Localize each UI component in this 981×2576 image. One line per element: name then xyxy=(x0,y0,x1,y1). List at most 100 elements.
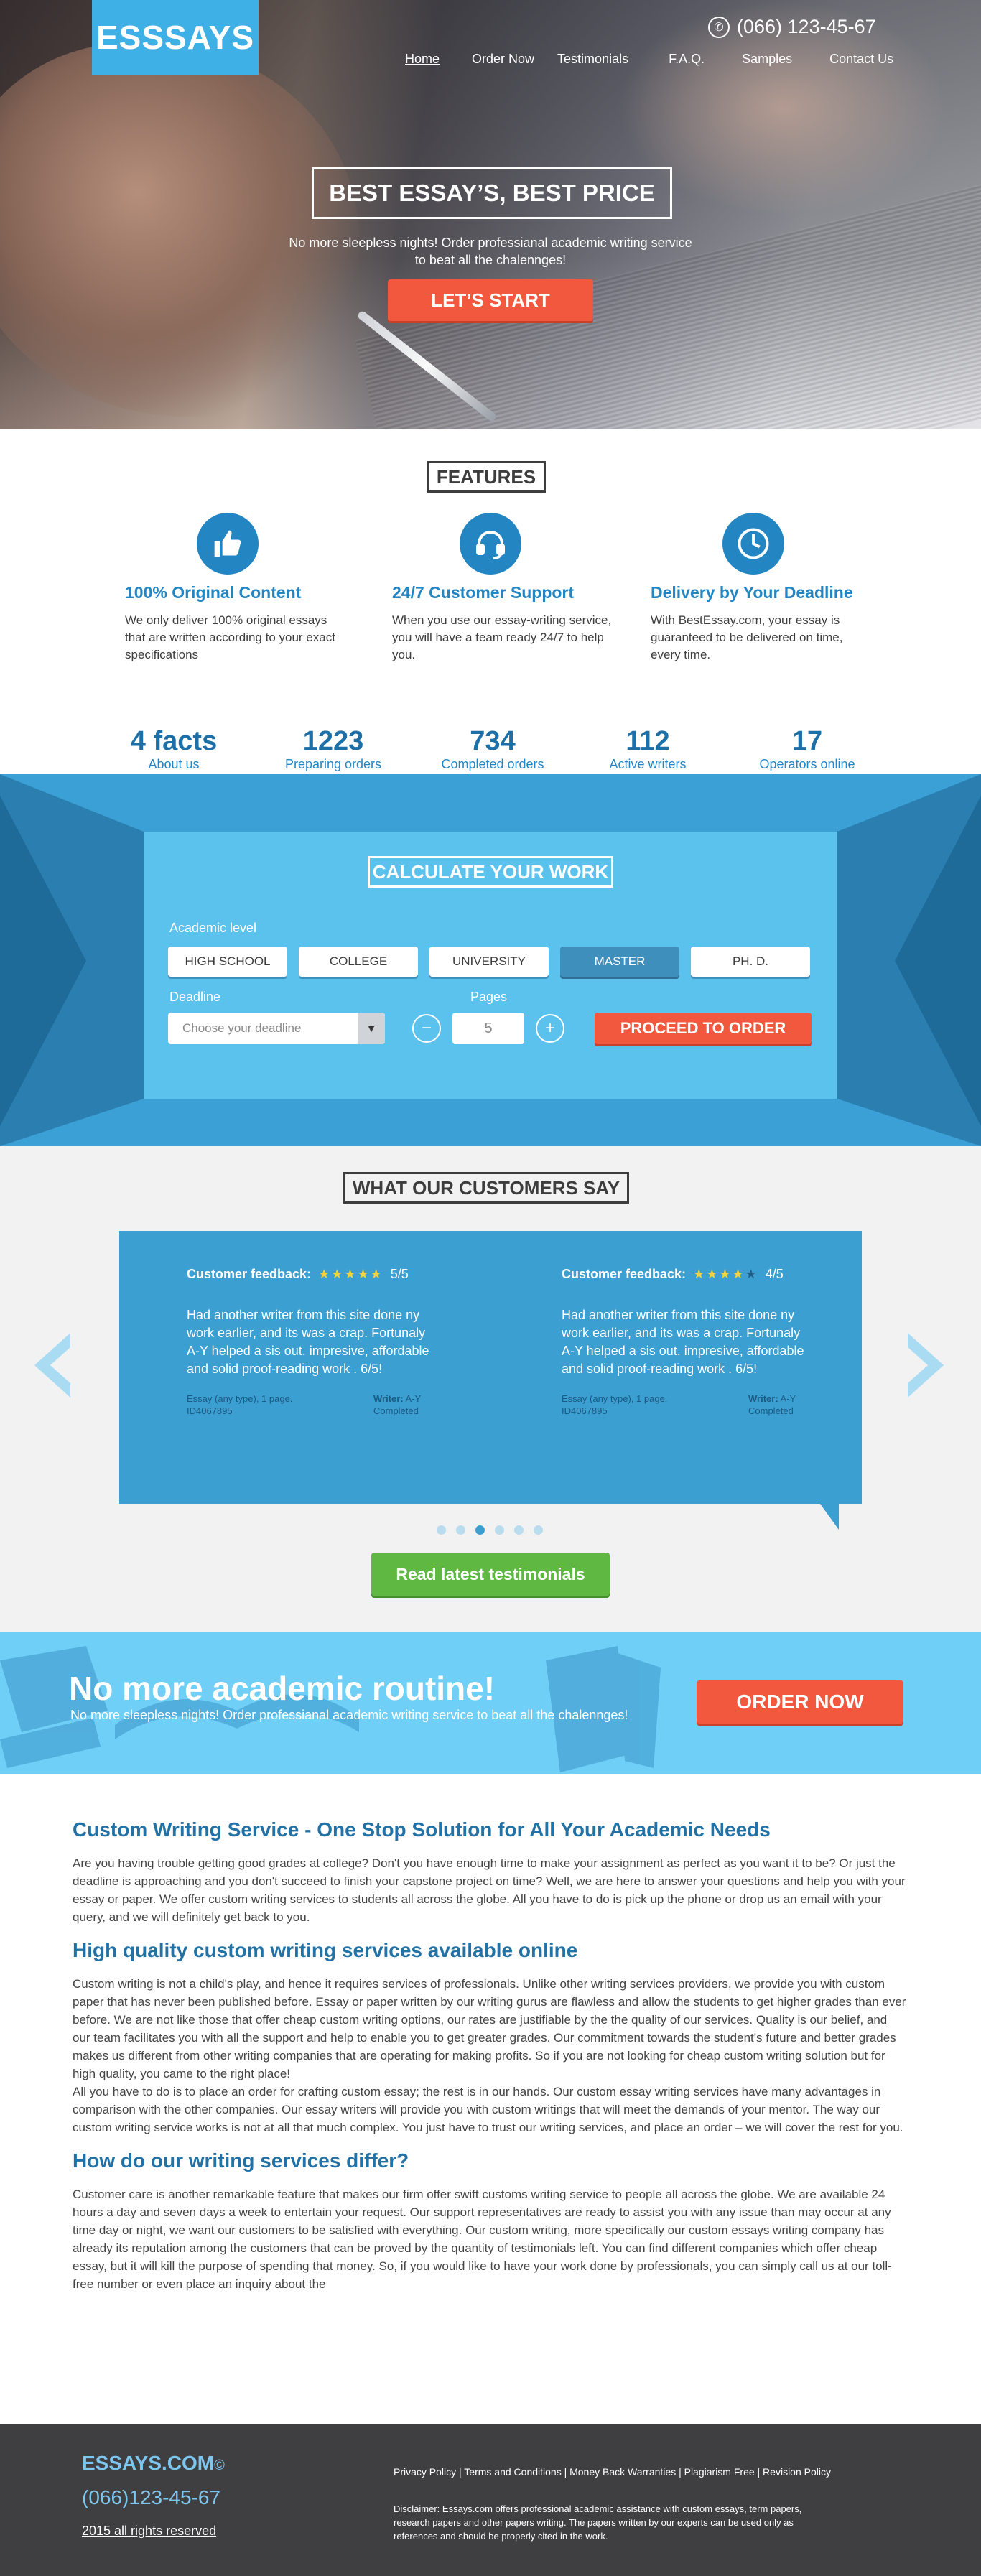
chevron-down-icon: ▼ xyxy=(358,1013,385,1044)
feature-text: When you use our essay-writing service, … xyxy=(392,613,612,661)
pages-decrement-button[interactable]: − xyxy=(412,1014,441,1043)
fact-value: 4 facts xyxy=(130,726,218,756)
content-paragraph-1: Are you having trouble getting good grad… xyxy=(73,1856,906,1924)
phone-icon: ✆ xyxy=(708,16,730,38)
nav-order-now[interactable]: Order Now xyxy=(472,52,534,67)
testimonial-meta: Essay (any type), 1 page. ID4067895 Writ… xyxy=(187,1392,438,1417)
lets-start-button[interactable]: LET’S START xyxy=(388,279,593,321)
fact-label: About us xyxy=(148,757,200,771)
fact-value: 17 xyxy=(791,726,823,756)
level-phd-button[interactable]: PH. D. xyxy=(691,947,810,977)
site-logo[interactable]: ESSSAYS xyxy=(92,0,259,75)
carousel-dot[interactable] xyxy=(437,1525,446,1535)
header-phone-number: (066) 123-45-67 xyxy=(737,16,876,37)
chevron-left-icon[interactable] xyxy=(34,1333,70,1398)
header-phone[interactable]: ✆ (066) 123-45-67 xyxy=(708,16,876,38)
fact-value: 734 xyxy=(470,726,516,756)
content-paragraph-3: All you have to do is to place an order … xyxy=(73,2085,903,2134)
read-testimonials-button[interactable]: Read latest testimonials xyxy=(371,1553,610,1596)
feature-title: 100% Original Content xyxy=(125,583,302,602)
pages-increment-button[interactable]: + xyxy=(536,1014,564,1043)
content-heading-1: Custom Writing Service - One Stop Soluti… xyxy=(73,1818,771,1841)
features-heading: FEATURES xyxy=(427,461,546,493)
carousel-dot[interactable] xyxy=(456,1525,465,1535)
hero-section: ESSSAYS ✆ (066) 123-45-67 Home Order Now… xyxy=(0,0,981,429)
content-heading-3: How do our writing services differ? xyxy=(73,2149,409,2172)
calculator-right-decoration xyxy=(837,774,981,1146)
footer-rights: 2015 all rights reserved xyxy=(82,2524,217,2538)
fact-label: Active writers xyxy=(609,757,687,771)
testimonial-header: Customer feedback: ★★★★★ 5/5 xyxy=(187,1267,438,1282)
nav-samples[interactable]: Samples xyxy=(742,52,792,67)
order-banner: No more academic routine! No more sleepl… xyxy=(0,1632,981,1774)
level-master-button[interactable]: MASTER xyxy=(560,947,679,977)
hero-subtitle: No more sleepless nights! Order professi… xyxy=(273,234,708,269)
footer-phone[interactable]: (066)123-45-67 xyxy=(82,2486,220,2509)
nav-testimonials[interactable]: Testimonials xyxy=(557,52,628,67)
fact-about-us: 4 facts About us xyxy=(102,727,246,772)
banner-title: No more academic routine! xyxy=(69,1670,496,1707)
feedback-label: Customer feedback: xyxy=(562,1267,687,1281)
testimonial-header: Customer feedback: ★★★★★ 4/5 xyxy=(562,1267,813,1282)
fact-completed-orders: 734 Completed orders xyxy=(421,727,564,772)
deadline-label: Deadline xyxy=(169,990,221,1004)
footer-policy-links[interactable]: Privacy Policy | Terms and Conditions | … xyxy=(394,2466,831,2478)
fact-preparing-orders: 1223 Preparing orders xyxy=(261,727,405,772)
calculator-section: CALCULATE YOUR WORK Academic level HIGH … xyxy=(0,774,981,1146)
calculator-left-decoration xyxy=(0,774,144,1146)
fact-label: Operators online xyxy=(759,757,855,771)
features-section: FEATURES 100% Original Content We only d… xyxy=(0,429,981,774)
footer-brand[interactable]: ESSAYS.COM© xyxy=(82,2452,225,2475)
clock-icon xyxy=(722,513,784,575)
order-info: Essay (any type), 1 page. ID4067895 xyxy=(562,1393,668,1416)
speech-bubble-tail xyxy=(820,1504,839,1530)
main-nav: Home Order Now Testimonials F.A.Q. Sampl… xyxy=(405,52,893,67)
testimonial-text: Had another writer from this site done n… xyxy=(562,1308,804,1376)
nav-contact-us[interactable]: Contact Us xyxy=(829,52,893,67)
filled-stars: ★★★★ xyxy=(693,1267,745,1281)
feedback-label: Customer feedback: xyxy=(187,1267,312,1281)
level-college-button[interactable]: COLLEGE xyxy=(299,947,418,977)
testimonial-text: Had another writer from this site done n… xyxy=(187,1308,429,1376)
carousel-dot[interactable] xyxy=(495,1525,504,1535)
hero-title: BEST ESSAY’S, BEST PRICE xyxy=(312,167,672,219)
chevron-right-icon[interactable] xyxy=(908,1333,944,1398)
writer-info: Writer: A-Y Completed xyxy=(373,1392,438,1417)
level-university-button[interactable]: UNIVERSITY xyxy=(429,947,549,977)
nav-faq[interactable]: F.A.Q. xyxy=(669,52,705,67)
thumbs-up-icon xyxy=(197,513,259,575)
academic-level-label: Academic level xyxy=(169,921,257,935)
feature-text: With BestEssay.com, your essay is guaran… xyxy=(651,613,843,661)
star-rating-icon: ★★★★★ xyxy=(693,1267,758,1282)
nav-home[interactable]: Home xyxy=(405,52,440,67)
carousel-dot[interactable] xyxy=(534,1525,543,1535)
pages-label: Pages xyxy=(470,990,508,1004)
feature-title: 24/7 Customer Support xyxy=(392,583,575,602)
testimonials-carousel: Customer feedback: ★★★★★ 5/5 Had another… xyxy=(119,1231,862,1530)
footer-disclaimer: Disclaimer: Essays.com offers profession… xyxy=(394,2503,802,2542)
deadline-select[interactable]: Choose your deadline ▼ xyxy=(168,1013,385,1044)
hero-hand-image xyxy=(0,43,359,417)
copyright-icon: © xyxy=(214,2458,225,2473)
content-paragraph-4: Customer care is another remarkable feat… xyxy=(73,2187,892,2291)
seo-content-section: Custom Writing Service - One Stop Soluti… xyxy=(0,1774,981,2424)
level-high-school-button[interactable]: HIGH SCHOOL xyxy=(168,947,287,977)
site-footer: ESSAYS.COM© (066)123-45-67 2015 all righ… xyxy=(0,2424,981,2576)
carousel-dot[interactable] xyxy=(514,1525,524,1535)
footer-brand-name: ESSAYS.COM xyxy=(82,2452,215,2474)
fact-value: 1223 xyxy=(302,726,364,756)
rating-value: 4/5 xyxy=(765,1267,784,1281)
testimonials-heading: WHAT OUR CUSTOMERS SAY xyxy=(343,1172,629,1204)
pages-input[interactable]: 5 xyxy=(452,1013,524,1044)
headset-icon xyxy=(460,513,521,575)
order-now-button[interactable]: ORDER NOW xyxy=(697,1680,903,1724)
writer-info: Writer: A-Y Completed xyxy=(748,1392,813,1417)
proceed-to-order-button[interactable]: PROCEED TO ORDER xyxy=(595,1013,812,1044)
testimonials-section: WHAT OUR CUSTOMERS SAY Customer feedback… xyxy=(0,1146,981,1632)
banner-subtitle: No more sleepless nights! Order professi… xyxy=(70,1708,628,1722)
writer-label: Writer: xyxy=(748,1393,778,1404)
testimonial-card: Customer feedback: ★★★★★ 5/5 Had another… xyxy=(187,1267,438,1417)
fact-label: Completed orders xyxy=(441,757,544,771)
carousel-dot-active[interactable] xyxy=(475,1525,485,1535)
hero-subtitle-line-2: to beat all the chalennges! xyxy=(414,253,567,267)
